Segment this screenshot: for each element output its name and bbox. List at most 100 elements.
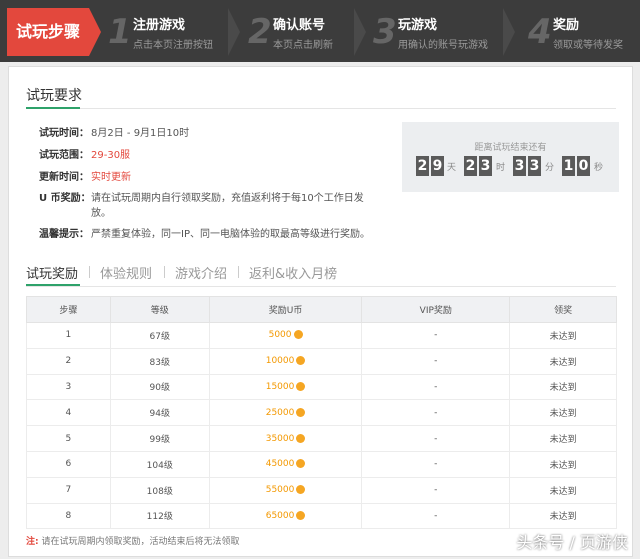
note-text: 请在试玩周期内领取奖励，活动结束后将无法领取 [41, 537, 240, 547]
step-1-subtitle: 点击本页注册按钮 [133, 40, 213, 51]
cell-step: 1 [26, 322, 111, 349]
cell-level: 99级 [109, 425, 210, 452]
cell-vip: - [361, 322, 511, 349]
table-row: 2 83级 10000 - 未达到 [26, 347, 617, 375]
tab-divider [238, 266, 239, 278]
req-label: 试玩范围： [39, 150, 89, 161]
step-1-number: 1 [108, 12, 132, 52]
step-separator [354, 8, 368, 56]
step-3-number: 3 [373, 12, 397, 52]
cell-vip: - [361, 399, 511, 427]
hours-unit: 时 [496, 163, 506, 173]
req-value-cont: 放。 [91, 208, 111, 219]
seconds-unit: 秒 [594, 163, 604, 173]
requirements-title: 试玩要求 [26, 88, 82, 104]
watermark: 头条号 / 页游侠 [516, 533, 628, 552]
req-value: 严禁重复体验，同一IP、同一电脑体验的取最高等级进行奖励。 [91, 229, 370, 240]
days-digit: 9 [431, 156, 444, 176]
table-row: 7 108级 55000 - 未达到 [26, 476, 617, 504]
coin-icon [296, 356, 306, 366]
seconds-digit: 1 [562, 156, 575, 176]
cell-vip: - [361, 450, 511, 478]
header-level: 等级 [109, 296, 210, 323]
tab-divider [89, 266, 90, 278]
cell-claim[interactable]: 未达到 [509, 425, 617, 452]
req-value: 29-30服 [91, 150, 131, 161]
step-separator [228, 8, 242, 56]
coin-icon [293, 330, 303, 340]
reward-amount: 15000 [265, 381, 295, 392]
cell-vip: - [361, 476, 511, 504]
cell-step: 4 [26, 399, 111, 427]
footer-note: 注: 请在试玩周期内领取奖励，活动结束后将无法领取 [26, 534, 240, 547]
table-row: 1 67级 5000 - 未达到 [26, 322, 617, 349]
cell-vip: - [361, 425, 511, 452]
coin-icon [296, 407, 306, 417]
cell-reward: 5000 [208, 322, 363, 349]
steps-bar: 试玩步骤 1 注册游戏 点击本页注册按钮 2 确认账号 本页点击刷新 3 玩游戏… [0, 0, 640, 62]
cell-reward: 15000 [208, 373, 363, 401]
title-underline [26, 107, 80, 109]
req-value: 8月2日 - 9月1日10时 [91, 128, 190, 139]
note-prefix: 注: [26, 537, 39, 547]
header-claim: 领奖 [509, 296, 617, 323]
step-4-number: 4 [528, 12, 552, 52]
req-label: 温馨提示： [39, 229, 89, 240]
cell-vip: - [361, 347, 511, 375]
step-separator [503, 8, 517, 56]
step-2-number: 2 [248, 12, 272, 52]
coin-icon [296, 433, 306, 443]
step-1-title: 注册游戏 [133, 18, 186, 33]
step-2-subtitle: 本页点击刷新 [273, 40, 333, 51]
cell-step: 3 [26, 373, 111, 401]
cell-claim[interactable]: 未达到 [509, 399, 617, 427]
cell-level: 83级 [109, 347, 210, 375]
minutes-digit: 3 [528, 156, 541, 176]
cell-claim[interactable]: 未达到 [509, 476, 617, 504]
countdown-label: 距离试玩结束还有 [474, 143, 547, 153]
cell-claim[interactable]: 未达到 [509, 373, 617, 401]
minutes-digit: 3 [513, 156, 526, 176]
cell-reward: 35000 [208, 425, 363, 452]
cell-reward: 25000 [208, 399, 363, 427]
cell-reward: 65000 [208, 502, 363, 530]
cell-vip: - [361, 373, 511, 401]
table-row: 3 90级 15000 - 未达到 [26, 373, 617, 401]
hours-digit: 2 [464, 156, 477, 176]
cell-reward: 10000 [208, 347, 363, 375]
step-3-title: 玩游戏 [398, 18, 438, 33]
cell-level: 94级 [109, 399, 210, 427]
tab-trial-rewards[interactable]: 试玩奖励 [26, 263, 78, 282]
coin-icon [296, 510, 306, 520]
req-label: 试玩时间： [39, 128, 89, 139]
tab-rebate-ranking[interactable]: 返利&收入月榜 [249, 263, 337, 282]
step-3-subtitle: 用确认的账号玩游戏 [398, 40, 488, 51]
reward-amount: 55000 [265, 485, 295, 496]
reward-amount: 65000 [265, 510, 295, 521]
tab-divider [164, 266, 165, 278]
days-unit: 天 [447, 163, 457, 173]
countdown-timer: 距离试玩结束还有 2 9 天 2 3 时 3 3 分 1 0 秒 [402, 122, 619, 192]
tab-rules[interactable]: 体验规则 [100, 263, 152, 282]
cell-level: 104级 [109, 450, 210, 478]
cell-claim[interactable]: 未达到 [509, 347, 617, 375]
cell-level: 112级 [109, 502, 210, 530]
cell-claim[interactable]: 未达到 [509, 450, 617, 478]
cell-step: 6 [26, 450, 111, 478]
seconds-digit: 0 [577, 156, 590, 176]
cell-step: 5 [26, 425, 111, 452]
step-4-title: 奖励 [553, 18, 580, 33]
coin-icon [296, 459, 306, 469]
tab-bar: 试玩奖励 体验规则 游戏介绍 返利&收入月榜 [26, 263, 616, 287]
req-value: 请在试玩周期内自行领取奖励，充值返利将于每10个工作日发 [91, 193, 364, 204]
cell-claim[interactable]: 未达到 [509, 502, 617, 530]
divider [26, 108, 616, 109]
active-tab-underline [26, 284, 80, 286]
cell-reward: 55000 [208, 476, 363, 504]
step-4-subtitle: 领取或等待发奖 [553, 40, 623, 51]
tab-game-intro[interactable]: 游戏介绍 [175, 263, 227, 282]
reward-table: 步骤 等级 奖励U币 VIP奖励 领奖 1 67级 5000- 未达到 2 83级 1000… [26, 296, 617, 530]
cell-level: 108级 [109, 476, 210, 504]
cell-claim[interactable]: 未达到 [509, 322, 617, 349]
cell-step: 8 [26, 502, 111, 530]
